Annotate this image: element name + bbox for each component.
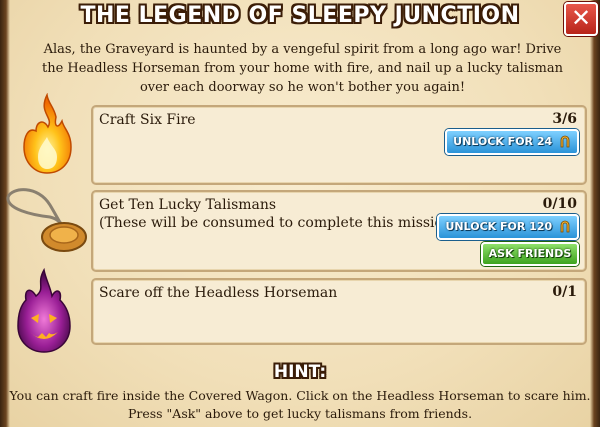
ask-friends-button[interactable]: ASK FRIENDS [481, 242, 579, 266]
unlock-button-label: UNLOCK FOR 24 [453, 135, 553, 148]
task-label: Craft Six Fire [99, 112, 196, 128]
task-progress-count: 3/6 [552, 111, 577, 127]
quest-intro-text: Alas, the Graveyard is haunted by a veng… [41, 42, 564, 95]
task-label: Scare off the Headless Horseman [99, 285, 338, 301]
horseshoe-icon [560, 220, 570, 233]
dialog-title: THE LEGEND OF SLEEPY JUNCTION [80, 3, 520, 28]
task-panel: Craft Six Fire 3/6 UNLOCK FOR 24 [91, 105, 587, 185]
unlock-button[interactable]: UNLOCK FOR 120 [437, 214, 579, 240]
dialog-header: THE LEGEND OF SLEEPY JUNCTION [0, 0, 600, 34]
task-label-note: (These will be consumed to complete this… [99, 215, 458, 231]
fire-icon [23, 93, 72, 174]
task-panel: Scare off the Headless Horseman 0/1 [91, 278, 587, 345]
task-progress-count: 0/10 [542, 196, 577, 212]
horseshoe-icon [560, 135, 570, 148]
talisman-icon [6, 188, 87, 252]
hint-heading: HINT: [0, 362, 600, 382]
task-label: Get Ten Lucky Talismans (These will be c… [99, 196, 459, 232]
hint-text: You can craft fire inside the Covered Wa… [9, 388, 591, 421]
close-button[interactable]: ✕ [564, 2, 598, 36]
unlock-button[interactable]: UNLOCK FOR 24 [445, 129, 579, 155]
task-panel: Get Ten Lucky Talismans (These will be c… [91, 190, 587, 272]
task-progress-count: 0/1 [552, 284, 577, 300]
unlock-button-label: UNLOCK FOR 120 [445, 220, 553, 233]
task-label-title: Get Ten Lucky Talismans [99, 197, 277, 213]
pumpkin-ghost-icon [17, 267, 71, 353]
hint-title: HINT: [273, 362, 327, 382]
